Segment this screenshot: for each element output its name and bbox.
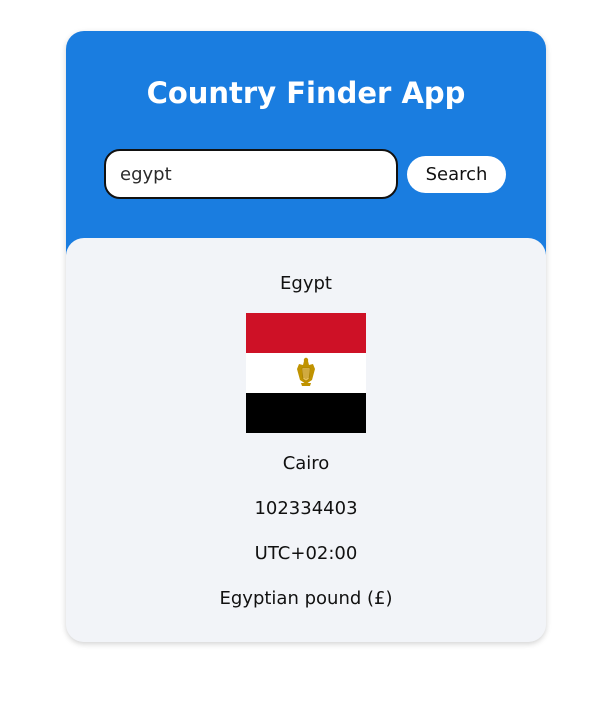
app-title: Country Finder App [146,76,466,110]
capital-text: Cairo [282,453,330,474]
app-header: Country Finder App Search [66,31,546,257]
country-result-panel: Egypt Cairo 102334403 UTC+02:00 Egyptian… [66,238,546,642]
population-text: 102334403 [254,498,358,519]
country-finder-card: Country Finder App Search Egypt Cairo 10… [66,31,546,642]
country-search-input[interactable] [104,149,398,199]
search-button[interactable]: Search [407,156,506,193]
currency-text: Egyptian pound (£) [219,588,393,609]
timezone-text: UTC+02:00 [254,543,358,564]
country-name: Egypt [280,273,332,294]
egypt-flag-icon [246,313,366,433]
